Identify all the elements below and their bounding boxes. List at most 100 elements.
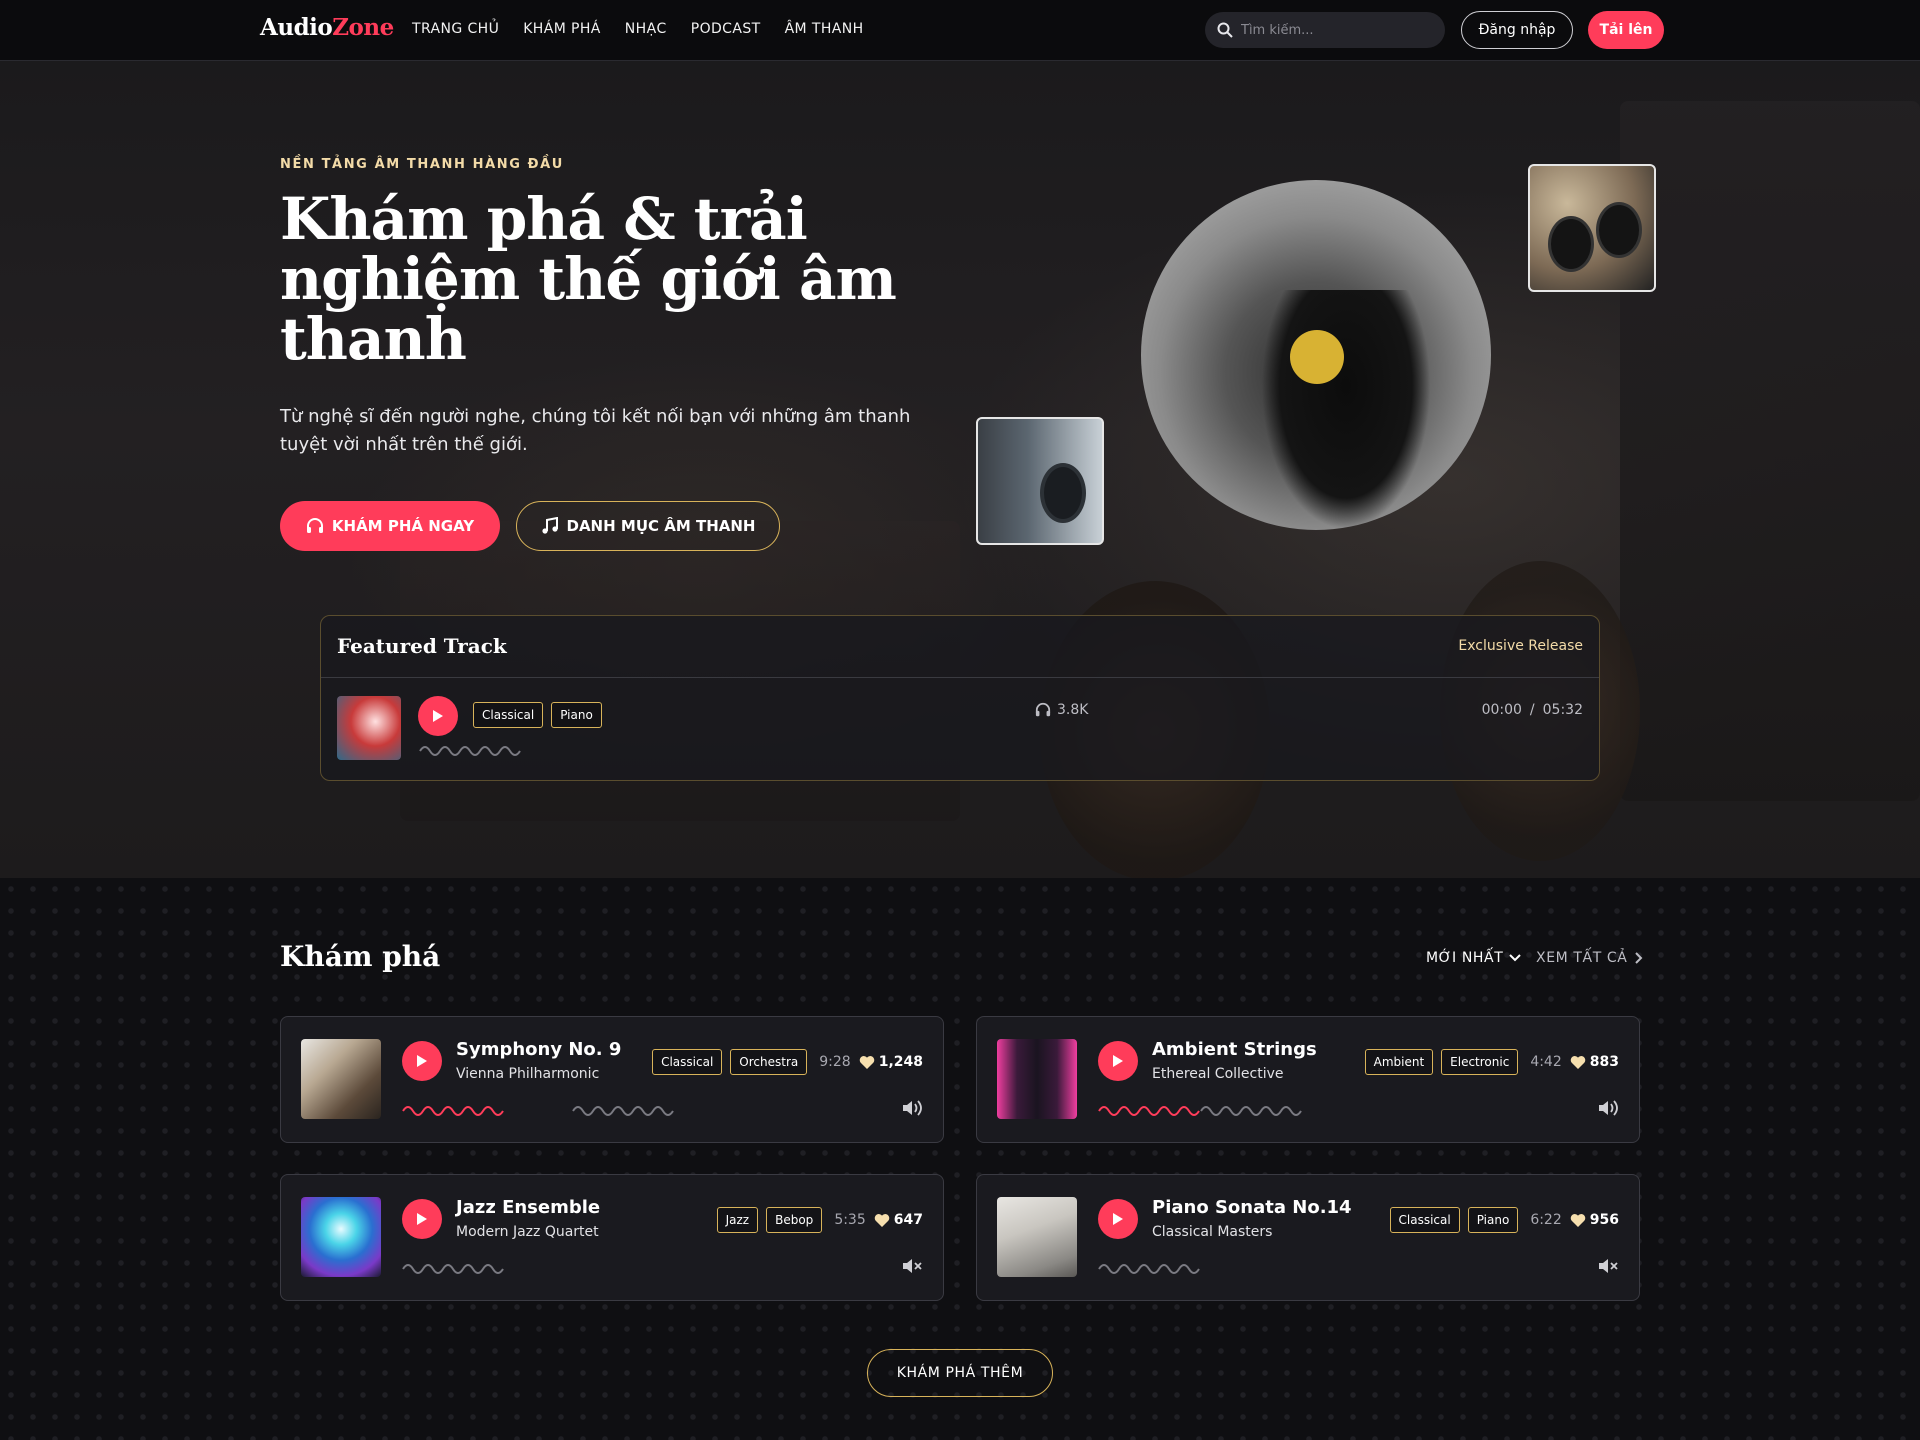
featured-play-button[interactable] <box>418 696 458 736</box>
hero-section: NỀN TẢNG ÂM THANH HÀNG ĐẦU Khám phá & tr… <box>0 61 1920 878</box>
featured-tags: Classical Piano <box>473 702 602 728</box>
tag[interactable]: Jazz <box>716 1207 759 1233</box>
tag[interactable]: Classical <box>473 702 544 728</box>
search-input[interactable] <box>1241 22 1421 38</box>
track-title[interactable]: Symphony No. 9 <box>456 1039 621 1060</box>
track-title[interactable]: Ambient Strings <box>1152 1039 1317 1060</box>
view-all-link[interactable]: XEM TẤT CẢ <box>1536 950 1643 966</box>
tag[interactable]: Classical <box>1389 1207 1460 1233</box>
track-artist[interactable]: Ethereal Collective <box>1152 1066 1284 1082</box>
volume-icon[interactable] <box>901 1099 923 1117</box>
explore-more-button[interactable]: KHÁM PHÁ THÊM <box>867 1349 1053 1397</box>
play-button[interactable] <box>402 1199 442 1239</box>
music-note-icon <box>541 517 558 534</box>
mute-icon[interactable] <box>901 1257 923 1275</box>
track-artist[interactable]: Classical Masters <box>1152 1224 1272 1240</box>
tag[interactable]: Bebop <box>766 1207 823 1233</box>
track-card[interactable]: Ambient Strings Ethereal Collective Ambi… <box>976 1016 1640 1143</box>
logo[interactable]: AudioZone <box>260 14 394 41</box>
track-card[interactable]: Piano Sonata No.14 Classical Masters Cla… <box>976 1174 1640 1301</box>
track-artwork <box>301 1197 381 1277</box>
main-menu: TRANG CHỦ KHÁM PHÁ NHẠC PODCAST ÂM THANH <box>412 21 864 37</box>
headphone-cup <box>1548 216 1594 272</box>
login-button[interactable]: Đăng nhập <box>1461 11 1573 49</box>
play-button[interactable] <box>1098 1041 1138 1081</box>
track-card[interactable]: Jazz Ensemble Modern Jazz Quartet Jazz B… <box>280 1174 944 1301</box>
play-icon <box>1113 1055 1123 1067</box>
logo-text-zone: Zone <box>332 14 394 41</box>
heart-icon <box>874 1213 890 1227</box>
waveform[interactable] <box>571 1103 675 1119</box>
headphones-thumbnail-2 <box>976 417 1104 545</box>
track-artist[interactable]: Vienna Philharmonic <box>456 1066 599 1082</box>
tag[interactable]: Classical <box>652 1049 723 1075</box>
tag[interactable]: Piano <box>551 702 602 728</box>
hero-eyebrow: NỀN TẢNG ÂM THANH HÀNG ĐẦU <box>280 157 564 172</box>
explore-section: Khám phá MỚI NHẤT XEM TẤT CẢ Symphony No… <box>0 878 1920 1440</box>
track-artwork <box>301 1039 381 1119</box>
total-duration: 05:32 <box>1542 702 1583 718</box>
track-card[interactable]: Symphony No. 9 Vienna Philharmonic Class… <box>280 1016 944 1143</box>
menu-item-podcast[interactable]: PODCAST <box>691 21 761 37</box>
track-title[interactable]: Jazz Ensemble <box>456 1197 600 1218</box>
play-button[interactable] <box>402 1041 442 1081</box>
menu-item-sound[interactable]: ÂM THANH <box>785 21 864 37</box>
like-count[interactable]: 647 <box>874 1212 923 1228</box>
tag[interactable]: Piano <box>1467 1207 1519 1233</box>
waveform-played[interactable] <box>1097 1103 1201 1119</box>
track-artwork <box>997 1039 1077 1119</box>
menu-item-music[interactable]: NHẠC <box>625 21 667 37</box>
track-time: 00:00 / 05:32 <box>1482 702 1583 718</box>
listen-count: 3.8K <box>1035 702 1088 718</box>
sound-catalog-button[interactable]: DANH MỤC ÂM THANH <box>516 501 780 551</box>
waveform[interactable] <box>418 743 522 759</box>
exclusive-badge: Exclusive Release <box>1458 638 1583 654</box>
headphones-thumbnail <box>1528 164 1656 292</box>
current-time: 00:00 <box>1481 702 1522 718</box>
like-count[interactable]: 1,248 <box>859 1054 923 1070</box>
track-duration: 6:22 <box>1530 1212 1562 1228</box>
explore-now-label: KHÁM PHÁ NGAY <box>331 517 475 535</box>
waveform[interactable] <box>401 1261 505 1277</box>
track-artwork <box>997 1197 1077 1277</box>
play-button[interactable] <box>1098 1199 1138 1239</box>
upload-button[interactable]: Tải lên <box>1588 11 1664 49</box>
top-navbar: AudioZone TRANG CHỦ KHÁM PHÁ NHẠC PODCAS… <box>0 0 1920 61</box>
menu-item-explore[interactable]: KHÁM PHÁ <box>523 21 601 37</box>
menu-item-home[interactable]: TRANG CHỦ <box>412 21 499 37</box>
track-meta: Ambient Electronic 4:42 883 <box>1364 1049 1619 1075</box>
featured-artwork <box>337 696 401 760</box>
vinyl-silhouette <box>1261 290 1431 530</box>
track-duration: 4:42 <box>1530 1054 1562 1070</box>
tag[interactable]: Orchestra <box>730 1049 808 1075</box>
search-box[interactable] <box>1205 12 1445 48</box>
waveform[interactable] <box>1199 1103 1303 1119</box>
track-title[interactable]: Piano Sonata No.14 <box>1152 1197 1352 1218</box>
volume-icon[interactable] <box>1597 1099 1619 1117</box>
track-meta: Classical Orchestra 9:28 1,248 <box>652 1049 923 1075</box>
tag[interactable]: Electronic <box>1441 1049 1519 1075</box>
mute-icon[interactable] <box>1597 1257 1619 1275</box>
sort-label: MỚI NHẤT <box>1426 950 1504 966</box>
sound-catalog-label: DANH MỤC ÂM THANH <box>566 517 756 535</box>
waveform-played[interactable] <box>401 1103 505 1119</box>
track-duration: 9:28 <box>819 1054 851 1070</box>
like-count[interactable]: 883 <box>1570 1054 1619 1070</box>
play-icon <box>1113 1213 1123 1225</box>
play-icon <box>433 710 443 722</box>
hero-subtitle: Từ nghệ sĩ đến người nghe, chúng tôi kết… <box>280 406 911 455</box>
sort-dropdown[interactable]: MỚI NHẤT <box>1426 950 1522 966</box>
featured-title: Featured Track <box>337 634 507 658</box>
explore-now-button[interactable]: KHÁM PHÁ NGAY <box>280 501 500 551</box>
like-count-value: 647 <box>893 1212 923 1228</box>
heart-icon <box>1570 1055 1586 1069</box>
like-count[interactable]: 956 <box>1570 1212 1619 1228</box>
track-artist[interactable]: Modern Jazz Quartet <box>456 1224 599 1240</box>
tag[interactable]: Ambient <box>1364 1049 1434 1075</box>
vinyl-center-label <box>1290 330 1344 384</box>
waveform[interactable] <box>1097 1261 1201 1277</box>
time-separator: / <box>1529 702 1535 718</box>
backdrop-shelf <box>1620 101 1920 801</box>
heart-icon <box>859 1055 874 1069</box>
listen-count-value: 3.8K <box>1057 702 1089 718</box>
